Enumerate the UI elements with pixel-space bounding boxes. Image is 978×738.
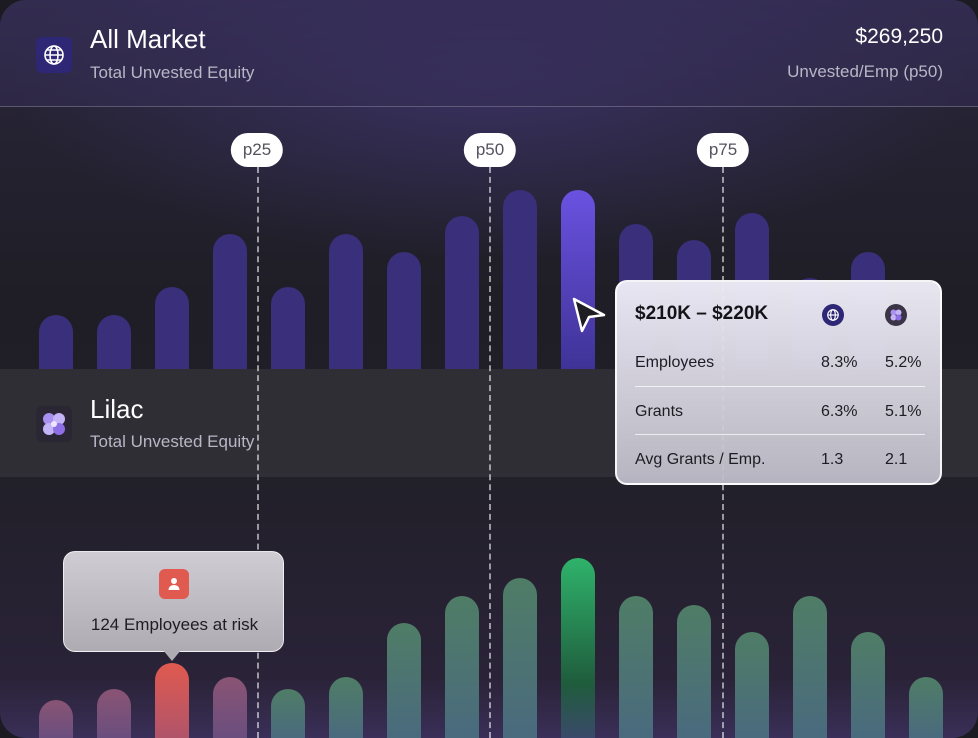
- company-bar[interactable]: [155, 663, 189, 738]
- company-bar[interactable]: [561, 558, 595, 738]
- risk-callout-pointer: [163, 650, 181, 661]
- unvested-per-employee-value: $269,250: [855, 25, 943, 48]
- company-bar[interactable]: [39, 700, 73, 738]
- tooltip-market-value: 1.3: [821, 451, 844, 468]
- lilac-flower-icon: [36, 406, 72, 442]
- company-bar[interactable]: [503, 578, 537, 738]
- company-bar[interactable]: [677, 605, 711, 738]
- p75-marker[interactable]: p75: [696, 133, 750, 167]
- tooltip-company-value: 5.1%: [885, 403, 922, 420]
- market-bar[interactable]: [271, 287, 305, 369]
- company-bar[interactable]: [909, 677, 943, 738]
- market-header: All Market Total Unvested Equity $269,25…: [0, 0, 978, 107]
- market-subtitle: Total Unvested Equity: [90, 63, 255, 82]
- company-bar[interactable]: [735, 632, 769, 738]
- company-bar[interactable]: [619, 596, 653, 738]
- company-subtitle: Total Unvested Equity: [90, 432, 255, 451]
- tooltip-row-label: Avg Grants / Emp.: [635, 451, 766, 468]
- market-bar[interactable]: [387, 252, 421, 369]
- tooltip-company-value: 2.1: [885, 451, 908, 468]
- equity-distribution-card: All Market Total Unvested Equity $269,25…: [0, 0, 978, 738]
- company-bar[interactable]: [97, 689, 131, 738]
- p50-marker[interactable]: p50: [463, 133, 517, 167]
- globe-icon: [822, 304, 844, 326]
- p25-marker[interactable]: p25: [230, 133, 284, 167]
- market-title: All Market: [90, 24, 206, 54]
- company-bar[interactable]: [387, 623, 421, 738]
- globe-icon: [36, 37, 72, 73]
- market-bar[interactable]: [445, 216, 479, 369]
- tooltip-market-value: 8.3%: [821, 354, 858, 371]
- company-bar[interactable]: [793, 596, 827, 738]
- tooltip-row-grants: Grants 6.3% 5.1%: [635, 386, 925, 434]
- person-icon: [159, 569, 189, 599]
- company-bar[interactable]: [213, 677, 247, 738]
- mouse-cursor-icon: [570, 295, 608, 340]
- company-bar[interactable]: [851, 632, 885, 738]
- company-title: Lilac: [90, 394, 144, 424]
- market-bar[interactable]: [329, 234, 363, 369]
- lilac-flower-icon: [885, 304, 907, 326]
- tooltip-market-value: 6.3%: [821, 403, 858, 420]
- bucket-tooltip: $210K – $220K Employees 8.3% 5.2% Grants…: [615, 280, 942, 485]
- p50-line: [489, 167, 491, 738]
- market-bar[interactable]: [39, 315, 73, 369]
- company-bar[interactable]: [271, 689, 305, 738]
- tooltip-row-label: Employees: [635, 354, 715, 371]
- tooltip-company-value: 5.2%: [885, 354, 922, 371]
- tooltip-row-employees: Employees 8.3% 5.2%: [635, 338, 925, 386]
- tooltip-row-avg-grants: Avg Grants / Emp. 1.3 2.1: [635, 434, 925, 482]
- market-bar[interactable]: [561, 190, 595, 369]
- p25-line: [257, 167, 259, 738]
- market-bar[interactable]: [213, 234, 247, 369]
- market-bar[interactable]: [97, 315, 131, 369]
- risk-callout: 124 Employees at risk: [63, 551, 284, 652]
- market-bar[interactable]: [503, 190, 537, 369]
- company-bar[interactable]: [445, 596, 479, 738]
- market-bar[interactable]: [155, 287, 189, 369]
- risk-text: 124 Employees at risk: [90, 615, 259, 634]
- unvested-per-employee-label: Unvested/Emp (p50): [787, 62, 943, 81]
- tooltip-range: $210K – $220K: [635, 303, 769, 324]
- tooltip-row-label: Grants: [635, 403, 684, 420]
- company-bar[interactable]: [329, 677, 363, 738]
